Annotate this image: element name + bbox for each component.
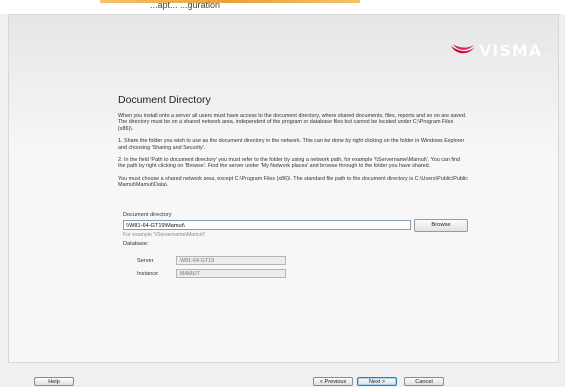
page-title: Document Directory [118,94,211,106]
document-directory-label: Document directory [123,212,172,218]
server-field: W81-64-GT19 [176,256,286,265]
server-label: Server [137,258,154,264]
browse-button[interactable]: Browse [414,219,468,232]
note-text: You must choose a shared network area, e… [118,175,468,189]
instance-label: Instance [137,271,159,277]
example-hint: For example '\\Servername\Mamut\' [123,232,206,238]
step-1-text: 1. Share the folder you wish to use as t… [118,138,465,151]
database-label: Database: [123,241,149,247]
instance-field: MAMUT [176,269,286,278]
next-button[interactable]: Next > [357,377,397,386]
previous-button[interactable]: < Previous [313,377,353,386]
visma-swoosh-icon [451,44,475,54]
window-title: ...apt... ...guration [150,0,221,10]
help-button[interactable]: Help [34,377,74,386]
top-accent-stripe [100,0,360,3]
window-top-bar: ...apt... ...guration [0,0,565,14]
intro-text: When you install onto a server all users… [118,113,467,132]
document-directory-input[interactable]: \\W81-64-GT19\Mamut\ [123,220,411,230]
visma-logo: VISMA ® [450,40,548,60]
registered-mark: ® [543,47,548,53]
cancel-button[interactable]: Cancel [404,377,444,386]
step-2-text: 2. In the field 'Path to document direct… [118,157,461,170]
visma-wordmark: VISMA [479,40,543,60]
document-directory-section: Document Directory When you install onto… [118,94,468,195]
